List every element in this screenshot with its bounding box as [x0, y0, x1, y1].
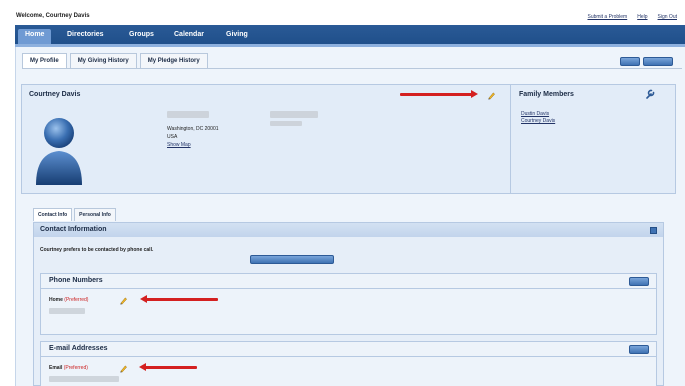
redacted-phone [49, 308, 85, 314]
email-preferred-tag: (Preferred) [63, 365, 88, 371]
tab-contact-info[interactable]: Contact Info [33, 208, 73, 221]
change-preference-button[interactable] [250, 255, 334, 264]
contact-header: Contact Information [34, 223, 663, 237]
tab-divider [22, 68, 682, 69]
wrench-icon[interactable] [645, 89, 655, 99]
nav-item-giving[interactable]: Giving [219, 29, 255, 41]
section-divider [41, 356, 656, 357]
tab-my-giving-history[interactable]: My Giving History [69, 53, 137, 69]
phone-field-label: Home (Preferred) [49, 297, 88, 303]
edit-email-pencil-icon[interactable] [119, 364, 128, 373]
email-label: Email [49, 365, 63, 371]
profile-name: Courtney Davis [29, 91, 81, 98]
top-links: Submit a Problem Help Sign Out [587, 14, 677, 20]
profile-card: Courtney Davis Washington, DC 20001 USA … [21, 84, 676, 194]
redacted-email [49, 376, 119, 382]
contact-title: Contact Information [40, 226, 107, 233]
nav-item-home[interactable]: Home [18, 29, 52, 45]
annotation-arrow [139, 363, 197, 371]
email-field-label: Email (Preferred) [49, 365, 88, 371]
add-email-button[interactable] [629, 345, 649, 354]
email-addresses-title: E-mail Addresses [49, 345, 108, 352]
phone-label: Home [49, 297, 63, 303]
nav-item-directories[interactable]: Directories [60, 29, 111, 41]
info-tabs: Contact Info Personal Info [33, 208, 116, 221]
family-members-list: Dustin Davis Courtney Davis [521, 111, 555, 125]
edit-button[interactable] [620, 57, 640, 66]
section-divider [41, 288, 656, 289]
add-phone-button[interactable] [629, 277, 649, 286]
profile-tabs: My Profile My Giving History My Pledge H… [22, 53, 208, 69]
nav-item-calendar[interactable]: Calendar [167, 29, 211, 41]
address-city: Washington, DC 20001 [167, 126, 219, 132]
redacted-text [270, 121, 302, 126]
edit-profile-pencil-icon[interactable] [487, 91, 496, 100]
family-member-link[interactable]: Courtney Davis [521, 118, 555, 125]
family-members-title: Family Members [519, 91, 574, 98]
avatar-silhouette [36, 118, 82, 185]
show-map-link[interactable]: Show Map [167, 141, 219, 149]
top-bar: Welcome, Courtney Davis Submit a Problem… [0, 0, 685, 24]
help-link[interactable]: Help [637, 14, 647, 20]
contact-preference-text: Courtney prefers to be contacted by phon… [40, 247, 154, 253]
family-member-link[interactable]: Dustin Davis [521, 111, 555, 118]
profile-divider [510, 85, 511, 193]
sign-out-link[interactable]: Sign Out [658, 14, 677, 20]
tab-my-profile[interactable]: My Profile [22, 53, 67, 69]
address-country: USA [167, 134, 178, 140]
annotation-arrow [400, 90, 478, 98]
phone-preferred-tag: (Preferred) [64, 297, 89, 303]
tab-my-pledge-history[interactable]: My Pledge History [139, 53, 208, 69]
collapse-icon[interactable] [650, 227, 657, 234]
welcome-text: Welcome, Courtney Davis [16, 13, 90, 19]
redacted-text [167, 111, 209, 118]
redacted-text [270, 111, 318, 118]
contact-information-panel: Contact Information Courtney prefers to … [33, 222, 664, 386]
tab-personal-info[interactable]: Personal Info [74, 208, 116, 221]
nav-item-groups[interactable]: Groups [122, 29, 161, 41]
phone-numbers-section: Phone Numbers Home (Preferred) [40, 273, 657, 335]
submit-problem-link[interactable]: Submit a Problem [587, 14, 627, 20]
print-button[interactable] [643, 57, 673, 66]
email-addresses-section: E-mail Addresses Email (Preferred) [40, 341, 657, 386]
annotation-arrow [140, 295, 218, 303]
phone-numbers-title: Phone Numbers [49, 277, 103, 284]
address-block: Washington, DC 20001 USA Show Map [167, 125, 219, 149]
edit-phone-pencil-icon[interactable] [119, 296, 128, 305]
main-nav: Home Directories Groups Calendar Giving [15, 25, 685, 45]
